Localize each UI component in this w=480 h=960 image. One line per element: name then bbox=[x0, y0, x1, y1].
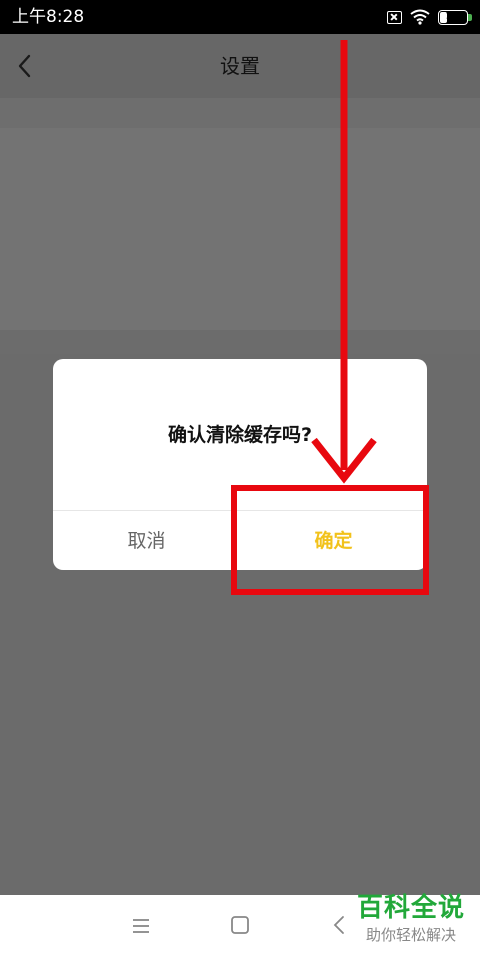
status-time: 上午8:28 bbox=[12, 7, 85, 27]
status-bar: 上午8:28 25 bbox=[0, 0, 480, 34]
cancel-button[interactable]: 取消 bbox=[53, 511, 240, 570]
watermark: 百科全说 助你轻松解决 bbox=[350, 893, 472, 953]
watermark-slogan: 助你轻松解决 bbox=[365, 926, 456, 944]
battery-icon: 25 bbox=[438, 9, 472, 25]
back-icon[interactable] bbox=[332, 915, 346, 935]
status-icons: 25 bbox=[387, 7, 472, 27]
menu-icon[interactable] bbox=[132, 917, 150, 935]
battery-level: 25 bbox=[446, 10, 460, 22]
wifi-icon bbox=[410, 9, 430, 25]
home-icon[interactable] bbox=[231, 916, 249, 934]
app-header: 设置 bbox=[0, 34, 480, 98]
watermark-brand: 百科全说 bbox=[356, 893, 465, 923]
settings-section bbox=[0, 128, 480, 330]
sim-off-icon bbox=[387, 10, 402, 24]
settings-section bbox=[0, 330, 480, 354]
dialog-message: 确认清除缓存吗? bbox=[167, 424, 313, 446]
settings-section bbox=[0, 98, 480, 128]
page-title: 设置 bbox=[220, 54, 260, 78]
annotation-highlight-box bbox=[231, 485, 429, 595]
battery-tip bbox=[468, 13, 472, 21]
